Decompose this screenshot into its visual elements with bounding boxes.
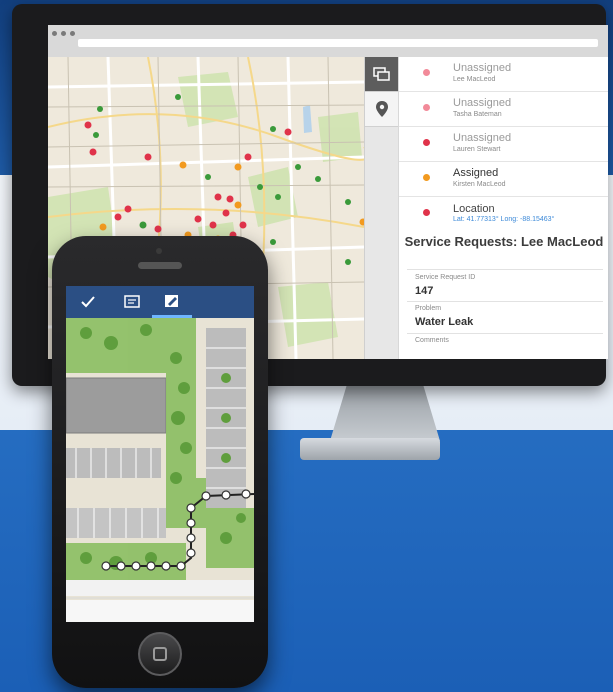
phone-speaker	[138, 262, 182, 269]
request-assignee: Lauren Stewart	[453, 146, 501, 153]
request-panel: Unassigned Lee MacLeod Unassigned Tasha …	[398, 57, 608, 359]
location-coordinates[interactable]: Lat: 41.77313° Long: -88.15463°	[453, 216, 554, 223]
request-status: Assigned	[453, 167, 499, 179]
request-list-item[interactable]: Unassigned Lauren Stewart	[399, 127, 608, 162]
request-list-item[interactable]: Unassigned Tasha Bateman	[399, 92, 608, 127]
location-dot	[423, 209, 430, 216]
location-label: Location	[453, 203, 495, 215]
request-status: Unassigned	[453, 62, 512, 74]
unassigned-status-dot	[423, 104, 430, 111]
phone-screen	[66, 286, 254, 622]
divider	[407, 301, 603, 302]
request-status: Unassigned	[453, 97, 512, 109]
home-button-icon	[153, 647, 167, 661]
request-assignee: Lee MacLeod	[453, 76, 496, 83]
address-bar[interactable]	[78, 39, 598, 47]
mobile-phone	[52, 236, 268, 688]
assigned-status-dot	[423, 174, 430, 181]
request-status: Unassigned	[453, 132, 512, 144]
problem-label: Problem	[415, 305, 442, 312]
problem-value: Water Leak	[415, 316, 474, 328]
detail-title: Service Requests: Lee MacLeod	[404, 234, 604, 249]
monitor-base	[300, 438, 440, 460]
divider	[407, 269, 603, 270]
comments-label: Comments	[415, 337, 449, 344]
unassigned-status-dot	[423, 69, 430, 76]
unassigned-status-dot	[423, 139, 430, 146]
request-assignee: Kirsten MacLeod	[453, 181, 506, 188]
form-icon	[124, 295, 140, 308]
phone-map-canvas	[66, 318, 254, 622]
browser-bar	[48, 25, 608, 58]
tab-edit-form[interactable]	[152, 286, 192, 318]
request-list-item[interactable]: Assigned Kirsten MacLeod	[399, 162, 608, 197]
tab-form[interactable]	[112, 286, 152, 318]
monitor-stand	[330, 386, 440, 441]
request-list-item[interactable]: Unassigned Lee MacLeod	[399, 57, 608, 92]
basemap-gallery-button[interactable]	[365, 57, 399, 91]
window-controls[interactable]	[52, 31, 75, 36]
basemap-gallery-icon	[373, 67, 390, 81]
request-detail: Location Lat: 41.77313° Long: -88.15463°…	[399, 197, 608, 359]
checkmark-icon	[81, 296, 95, 308]
map-tool-strip	[364, 57, 399, 359]
request-id-label: Service Request ID	[415, 274, 476, 281]
location-pin-icon	[376, 101, 388, 117]
tab-done[interactable]	[68, 286, 108, 318]
divider	[407, 333, 603, 334]
phone-map[interactable]	[66, 318, 254, 622]
edit-form-icon	[165, 294, 178, 307]
request-assignee: Tasha Bateman	[453, 111, 502, 118]
phone-camera	[156, 248, 162, 254]
home-button[interactable]	[138, 632, 182, 676]
location-pin-button[interactable]	[365, 91, 399, 127]
request-id-value: 147	[415, 285, 434, 297]
phone-toolbar	[66, 286, 254, 318]
